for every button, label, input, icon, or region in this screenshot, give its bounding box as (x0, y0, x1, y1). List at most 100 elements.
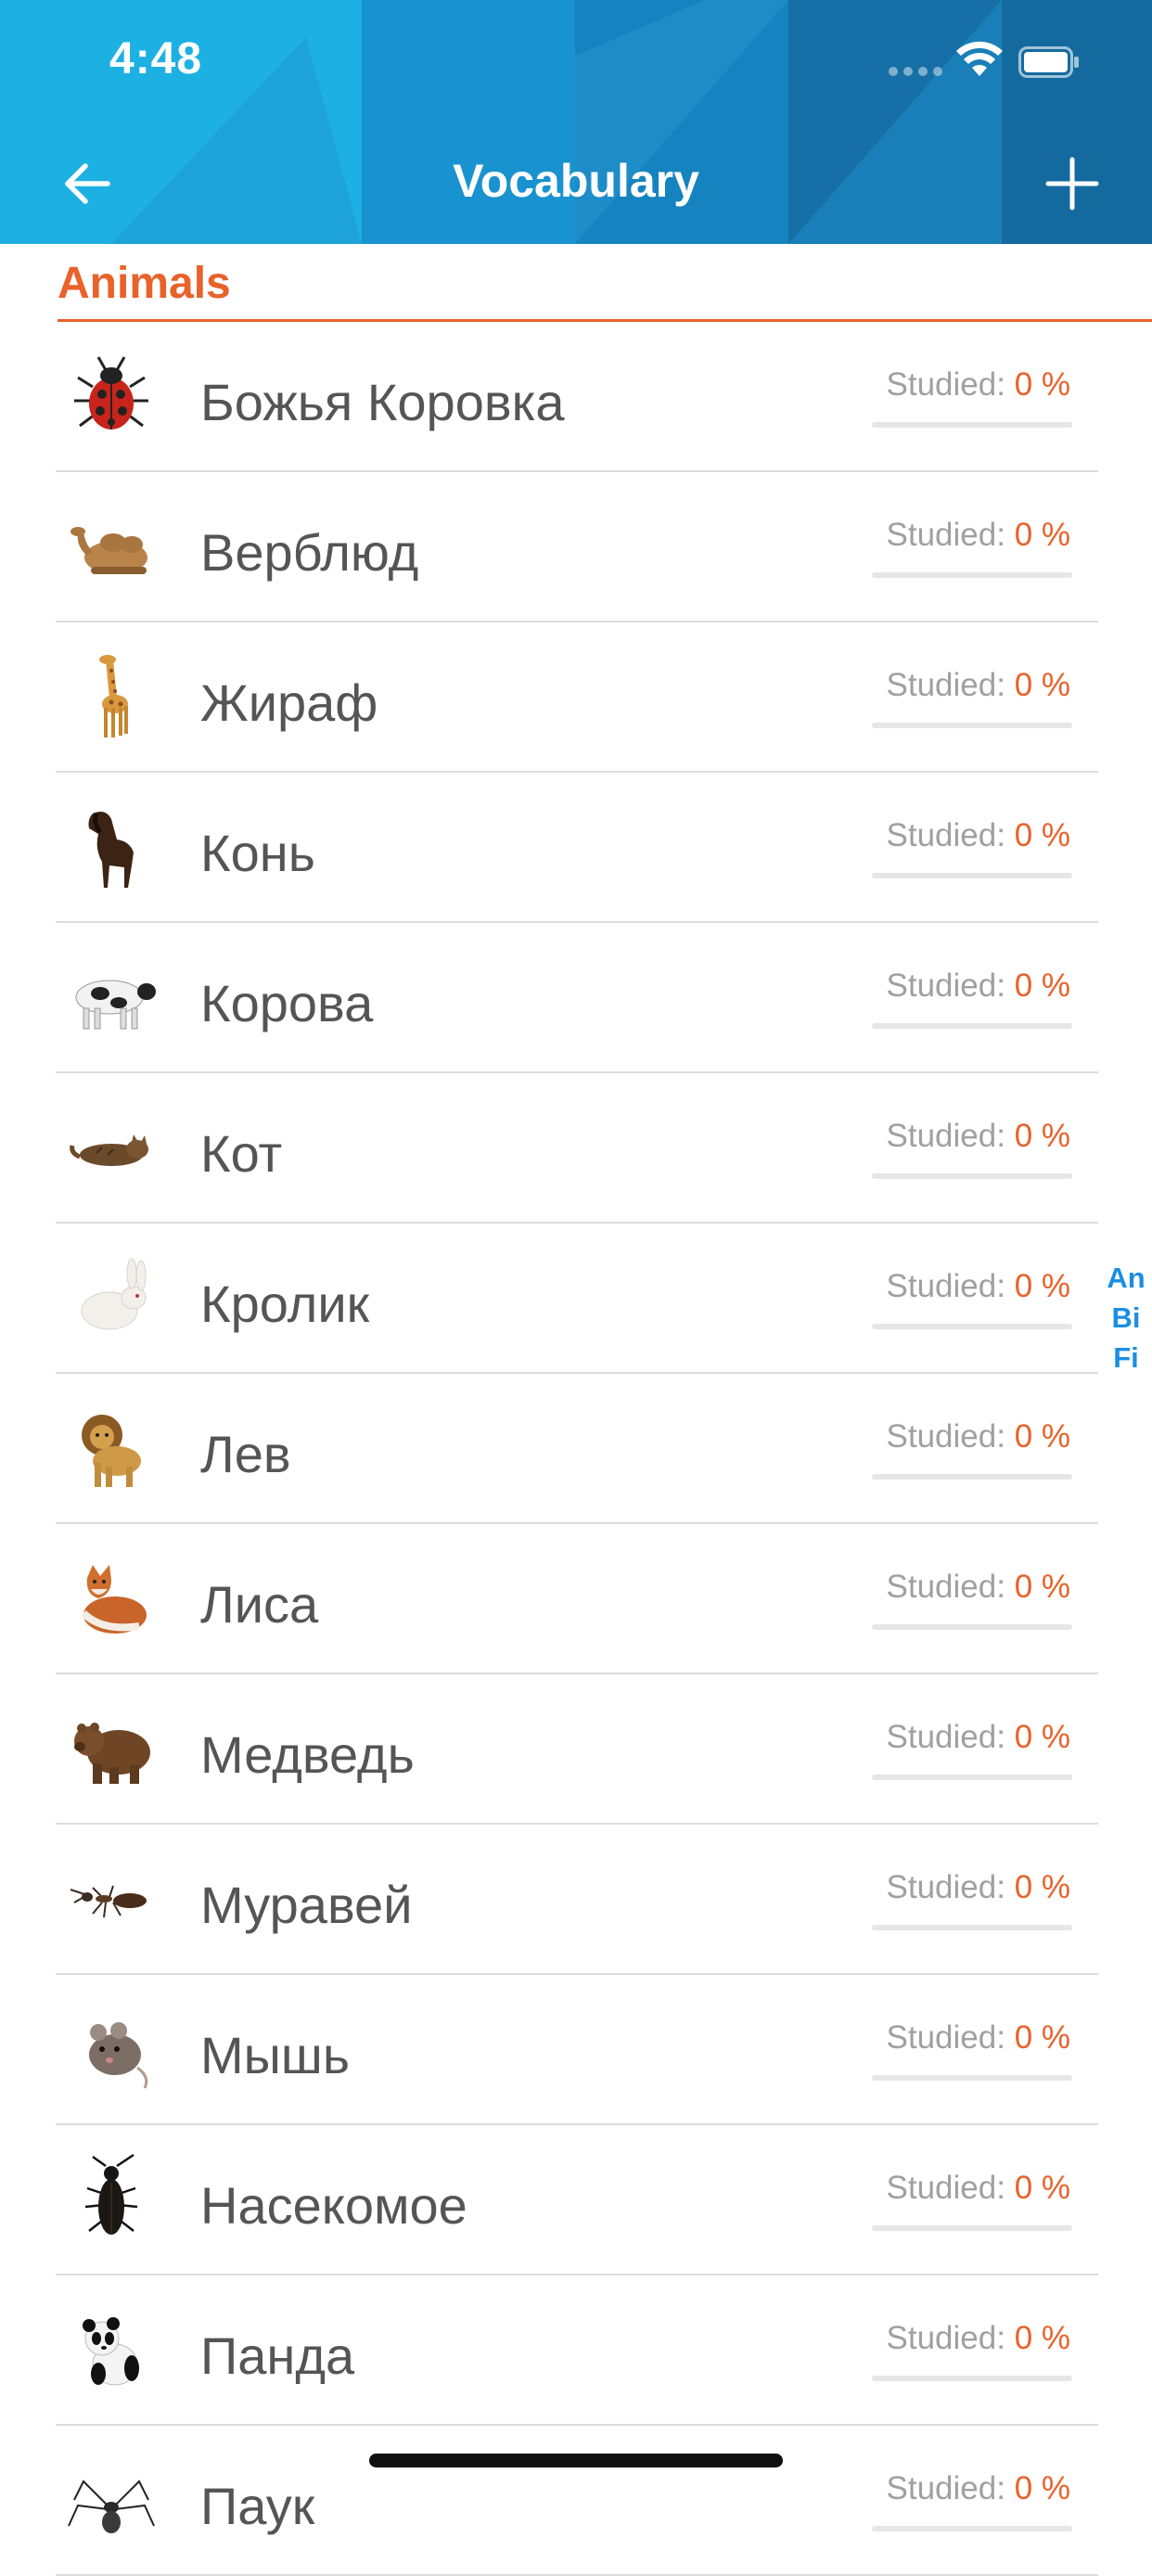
list-item[interactable]: Божья Коровка Studied: 0 % (0, 322, 1152, 472)
horse-icon (65, 801, 158, 893)
word-label: Лиса (200, 1575, 319, 1634)
studied-status: Studied: 0 % (887, 2470, 1070, 2507)
list-item[interactable]: Жираф Studied: 0 % (0, 622, 1152, 773)
word-label: Паук (200, 2477, 315, 2535)
word-label: Панда (200, 2326, 355, 2385)
fox-icon (65, 1552, 158, 1645)
list-item[interactable]: Панда Studied: 0 % (0, 2275, 1152, 2426)
word-label: Лев (200, 1425, 291, 1483)
studied-percent: 0 % (1014, 2470, 1070, 2506)
studied-status: Studied: 0 % (887, 1719, 1070, 1756)
list-item[interactable]: Насекомое Studied: 0 % (0, 2125, 1152, 2275)
studied-label: Studied: (886, 1118, 1005, 1154)
list-item[interactable]: Верблюд Studied: 0 % (0, 472, 1152, 622)
studied-label: Studied: (886, 366, 1005, 403)
rabbit-icon (65, 1251, 158, 1344)
word-label: Жираф (200, 673, 378, 732)
beetle-icon (65, 2153, 158, 2246)
studied-label: Studied: (886, 517, 1005, 553)
list-item[interactable]: Муравей Studied: 0 % (0, 1825, 1152, 1975)
app-header: 4:48 Vocabulary (0, 0, 1152, 244)
cellular-signal-icon (889, 67, 942, 78)
status-time: 4:48 (109, 34, 203, 83)
studied-status: Studied: 0 % (887, 667, 1070, 704)
page-title: Vocabulary (453, 155, 699, 207)
studied-label: Studied: (886, 968, 1005, 1004)
studied-label: Studied: (886, 2170, 1005, 2206)
word-label: Верблюд (200, 523, 419, 582)
progress-bar (872, 723, 1072, 728)
lion-icon (65, 1402, 158, 1494)
studied-label: Studied: (886, 1569, 1005, 1605)
word-label: Муравей (200, 1876, 413, 1934)
progress-bar (872, 2376, 1072, 2381)
studied-percent: 0 % (1014, 2170, 1070, 2206)
index-letter[interactable]: Bi (1100, 1298, 1152, 1338)
progress-bar (872, 422, 1072, 428)
studied-percent: 0 % (1014, 1418, 1070, 1455)
wifi-icon (956, 41, 1003, 76)
word-label: Конь (200, 824, 315, 882)
ant-icon (65, 1852, 158, 1945)
studied-percent: 0 % (1014, 968, 1070, 1004)
add-icon[interactable] (1044, 156, 1100, 211)
section-index[interactable]: An Bi Fi (1100, 1258, 1152, 1378)
studied-label: Studied: (886, 2470, 1005, 2506)
studied-status: Studied: 0 % (887, 366, 1070, 404)
word-label: Божья Коровка (200, 373, 565, 431)
cat-icon (65, 1101, 158, 1194)
ladybug-icon (65, 350, 158, 442)
list-item[interactable]: Мышь Studied: 0 % (0, 1975, 1152, 2125)
list-item[interactable]: Конь Studied: 0 % (0, 773, 1152, 923)
list-item[interactable]: Кролик Studied: 0 % (0, 1224, 1152, 1374)
studied-percent: 0 % (1014, 1719, 1070, 1755)
studied-status: Studied: 0 % (887, 1569, 1070, 1606)
studied-status: Studied: 0 % (887, 1869, 1070, 1906)
studied-label: Studied: (886, 667, 1005, 703)
battery-icon (1018, 46, 1079, 78)
progress-bar (872, 1324, 1072, 1329)
word-label: Мышь (200, 2026, 350, 2084)
list-item[interactable]: Лев Studied: 0 % (0, 1374, 1152, 1524)
word-label: Кот (200, 1124, 283, 1183)
index-letter[interactable]: Fi (1100, 1338, 1152, 1378)
progress-bar (872, 2075, 1072, 2081)
studied-status: Studied: 0 % (887, 817, 1070, 854)
progress-bar (872, 873, 1072, 878)
vocabulary-list: Божья Коровка Studied: 0 % Верблюд Studi… (0, 322, 1152, 2576)
list-item[interactable]: Корова Studied: 0 % (0, 923, 1152, 1073)
studied-percent: 0 % (1014, 817, 1070, 853)
studied-status: Studied: 0 % (887, 517, 1070, 554)
studied-status: Studied: 0 % (887, 968, 1070, 1005)
studied-status: Studied: 0 % (887, 2019, 1070, 2057)
studied-percent: 0 % (1014, 2320, 1070, 2356)
list-item[interactable]: Кот Studied: 0 % (0, 1073, 1152, 1224)
studied-percent: 0 % (1014, 1869, 1070, 1905)
progress-bar (872, 2526, 1072, 2531)
studied-label: Studied: (886, 1268, 1005, 1304)
studied-label: Studied: (886, 1719, 1005, 1755)
studied-percent: 0 % (1014, 667, 1070, 703)
studied-percent: 0 % (1014, 1569, 1070, 1605)
studied-percent: 0 % (1014, 1268, 1070, 1304)
progress-bar (872, 1023, 1072, 1029)
list-item[interactable]: Лиса Studied: 0 % (0, 1524, 1152, 1674)
cow-icon (65, 951, 158, 1044)
progress-bar (872, 1474, 1072, 1480)
list-item[interactable]: Медведь Studied: 0 % (0, 1674, 1152, 1825)
studied-label: Studied: (886, 817, 1005, 853)
studied-label: Studied: (886, 1869, 1005, 1905)
word-label: Насекомое (200, 2176, 467, 2235)
panda-icon (65, 2303, 158, 2396)
studied-percent: 0 % (1014, 366, 1070, 403)
index-letter[interactable]: An (1100, 1258, 1152, 1298)
progress-bar (872, 1925, 1072, 1930)
studied-status: Studied: 0 % (887, 1118, 1070, 1155)
studied-percent: 0 % (1014, 1118, 1070, 1154)
progress-bar (872, 2225, 1072, 2231)
studied-label: Studied: (886, 1418, 1005, 1455)
bear-icon (65, 1702, 158, 1795)
studied-label: Studied: (886, 2320, 1005, 2356)
status-bar: 4:48 (0, 0, 1152, 130)
list-item[interactable]: Паук Studied: 0 % (0, 2426, 1152, 2576)
